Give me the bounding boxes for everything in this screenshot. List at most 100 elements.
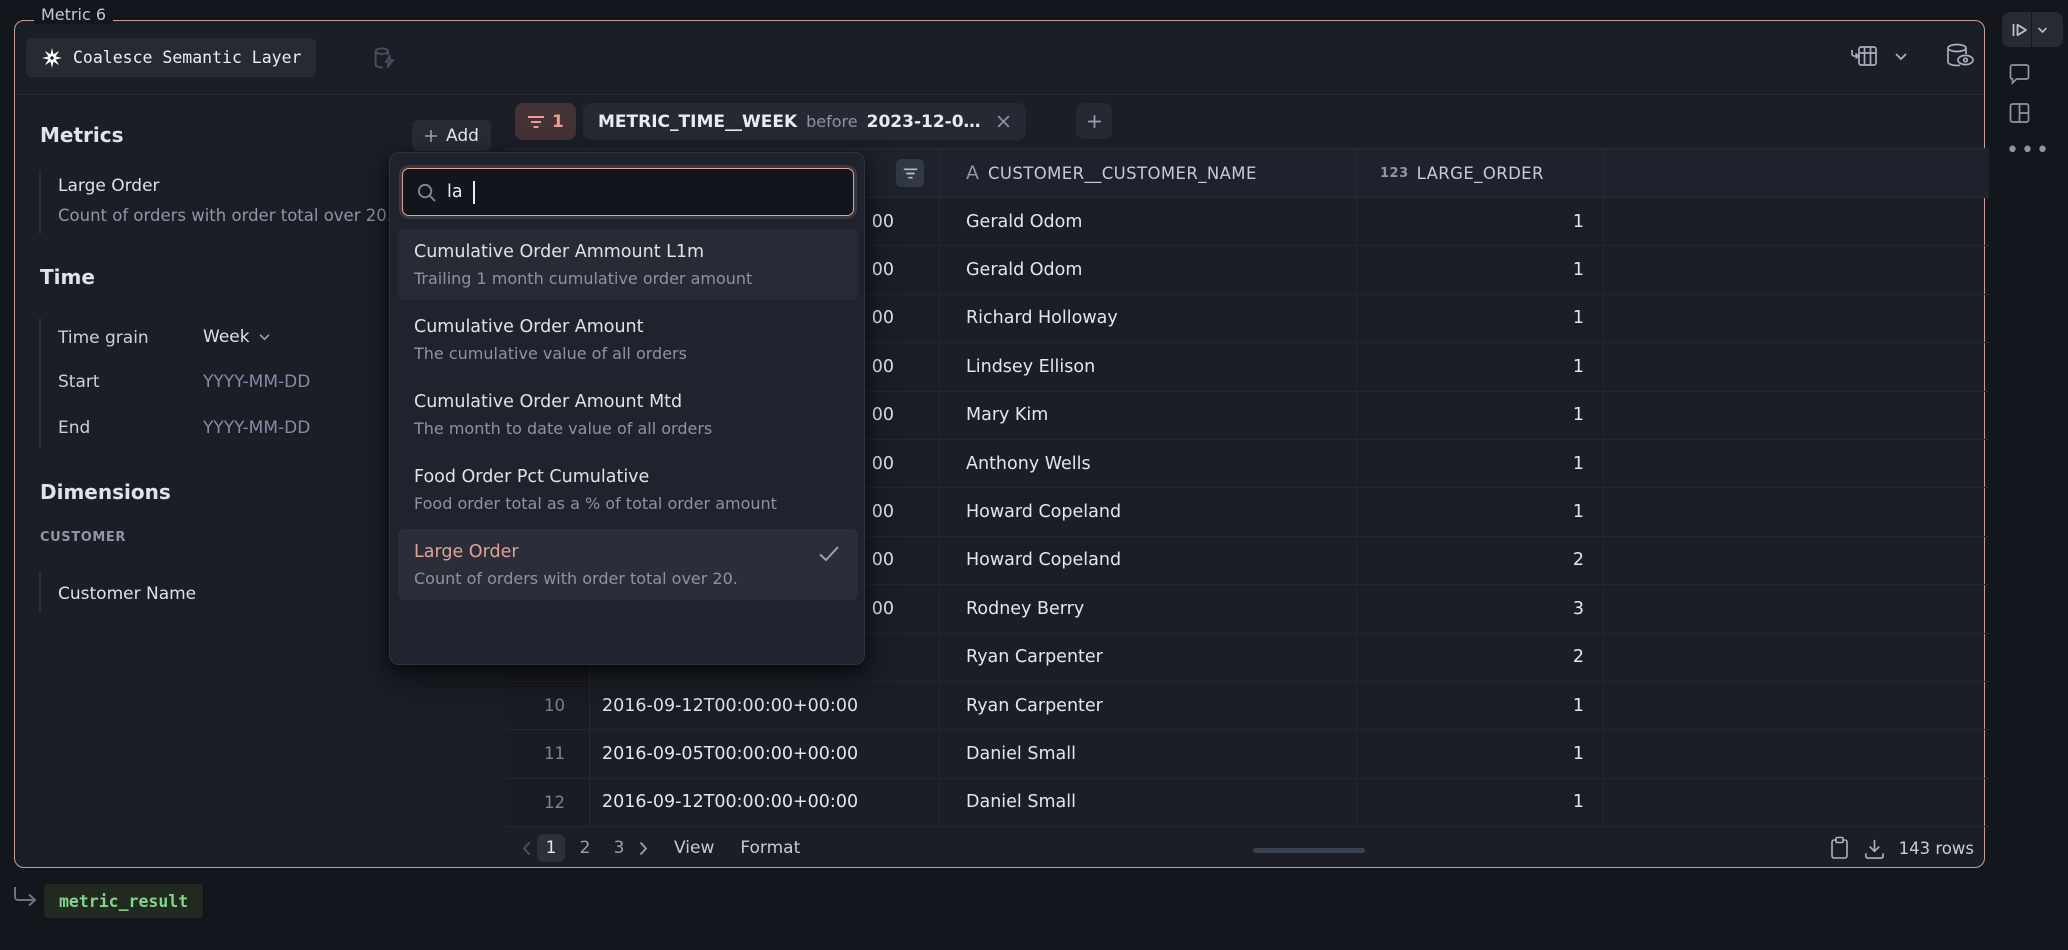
date-cell: 2016-09-12T00:00:00+00:00: [590, 779, 940, 826]
run-cell-button[interactable]: [2002, 12, 2063, 47]
metric-option-title: Food Order Pct Cumulative: [414, 467, 842, 487]
time-grain-select[interactable]: Week: [203, 327, 271, 347]
metric-option[interactable]: Large Order Count of orders with order t…: [398, 529, 858, 600]
download-icon[interactable]: [1863, 837, 1886, 860]
row-index: 10: [505, 682, 590, 729]
number-type-icon: 123: [1380, 166, 1409, 181]
remove-filter-icon[interactable]: [996, 114, 1011, 129]
chevron-down-icon[interactable]: [1894, 52, 1908, 61]
date-cell: 2016-09-05T00:00:00+00:00: [590, 730, 940, 777]
comment-icon[interactable]: [2007, 62, 2032, 86]
dimensions-heading: Dimensions: [40, 480, 171, 504]
metric-item-large-order[interactable]: Large Order: [58, 176, 160, 196]
metrics-indent-line: [39, 170, 41, 234]
large-order-column-header[interactable]: 123 LARGE_ORDER: [1357, 149, 1604, 197]
metric-option-description: The cumulative value of all orders: [414, 344, 842, 363]
large-order-cell: 1: [1357, 440, 1604, 487]
pagination: 1 2 3: [522, 834, 648, 862]
date-value-tail: 00: [872, 550, 894, 570]
customer-cell: Anthony Wells: [940, 440, 1357, 487]
column-filter-icon[interactable]: [896, 159, 924, 187]
rows-count: 143 rows: [1899, 839, 1974, 858]
add-filter-label: Add: [446, 126, 479, 146]
start-date-input[interactable]: YYYY-MM-DD: [203, 372, 310, 392]
large-order-cell: 1: [1357, 246, 1604, 293]
metrics-heading: Metrics: [40, 123, 124, 147]
layout-panes-icon[interactable]: [2007, 101, 2032, 125]
customer-column-header[interactable]: A CUSTOMER__CUSTOMER_NAME: [940, 149, 1357, 197]
metric-option-title: Cumulative Order Ammount L1m: [414, 242, 842, 262]
end-date-input[interactable]: YYYY-MM-DD: [203, 418, 310, 438]
filter-chip-metric-time[interactable]: METRIC_TIME__WEEK before 2023-12-0…: [583, 103, 1026, 140]
semantic-layer-source-pill[interactable]: Coalesce Semantic Layer: [26, 38, 316, 77]
dimension-item-customer-name[interactable]: Customer Name: [58, 584, 196, 604]
metric-option[interactable]: Food Order Pct Cumulative Food order tot…: [398, 454, 858, 525]
customer-cell: Howard Copeland: [940, 537, 1357, 584]
time-grain-label: Time grain: [58, 328, 149, 348]
customer-cell: Rodney Berry: [940, 585, 1357, 632]
preview-data-icon[interactable]: [1944, 42, 1976, 70]
table-row[interactable]: 11 2016-09-05T00:00:00+00:00 Daniel Smal…: [505, 730, 1989, 778]
date-cell: 2016-09-12T00:00:00+00:00: [590, 682, 940, 729]
add-filter-button[interactable]: Add: [412, 120, 491, 151]
metric-option[interactable]: Cumulative Order Amount The cumulative v…: [398, 304, 858, 375]
row-index: 11: [505, 730, 590, 777]
table-footer: 1 2 3 View Format 143 rows: [505, 828, 1989, 868]
date-value: 2016-09-05T00:00:00+00:00: [602, 744, 858, 764]
horizontal-scrollbar[interactable]: [1253, 848, 1365, 853]
result-variable-pill[interactable]: metric_result: [44, 884, 203, 918]
metric-option-title: Cumulative Order Amount Mtd: [414, 392, 842, 412]
dimension-indent-line: [39, 572, 41, 612]
metric-search-dropdown: la Cumulative Order Ammount L1m Trailing…: [389, 152, 865, 665]
header-divider: [16, 94, 1984, 95]
view-tab[interactable]: View: [674, 838, 714, 858]
text-caret: [473, 181, 475, 204]
push-to-table-icon[interactable]: [1850, 43, 1880, 69]
large-order-cell: 3: [1357, 585, 1604, 632]
table-row[interactable]: 10 2016-09-12T00:00:00+00:00 Ryan Carpen…: [505, 682, 1989, 730]
cell-title[interactable]: Metric 6: [34, 5, 113, 24]
copy-table-icon[interactable]: [1829, 836, 1850, 860]
large-order-cell: 2: [1357, 634, 1604, 681]
metric-option[interactable]: Cumulative Order Amount Mtd The month to…: [398, 379, 858, 450]
date-value-tail: 00: [872, 212, 894, 232]
filter-count-badge[interactable]: 1: [515, 103, 576, 140]
time-heading: Time: [40, 265, 95, 289]
prev-page-icon[interactable]: [522, 841, 531, 856]
date-value: 2016-09-12T00:00:00+00:00: [602, 792, 858, 812]
page-3-button[interactable]: 3: [605, 834, 633, 862]
cell-header-actions: [1850, 42, 1976, 70]
large-order-cell: 2: [1357, 537, 1604, 584]
metric-option-description: Count of orders with order total over 20…: [414, 569, 842, 588]
end-date-label: End: [58, 418, 90, 438]
return-arrow-icon: [12, 886, 39, 908]
new-filter-button[interactable]: [1076, 103, 1112, 139]
metric-option[interactable]: Cumulative Order Ammount L1m Trailing 1 …: [398, 229, 858, 300]
large-order-cell: 1: [1357, 730, 1604, 777]
large-order-cell: 1: [1357, 295, 1604, 342]
large-order-cell: 1: [1357, 682, 1604, 729]
table-row[interactable]: 12 2016-09-12T00:00:00+00:00 Daniel Smal…: [505, 779, 1989, 827]
page-2-button[interactable]: 2: [571, 834, 599, 862]
date-value-tail: 00: [872, 454, 894, 474]
search-query-text: la: [447, 182, 463, 202]
customer-cell: Daniel Small: [940, 730, 1357, 777]
metric-search-input[interactable]: la: [402, 168, 854, 216]
run-options-chevron-icon[interactable]: [2037, 26, 2048, 34]
large-order-cell: 1: [1357, 392, 1604, 439]
date-value-tail: 00: [872, 308, 894, 328]
date-value-tail: 00: [872, 357, 894, 377]
page-1-button[interactable]: 1: [537, 834, 565, 862]
metric-item-description: Count of orders with order total over 20…: [58, 206, 389, 225]
date-value-tail: 00: [872, 260, 894, 280]
edit-source-icon[interactable]: [370, 45, 397, 72]
notebook-canvas: Metric 6 Coalesce Semantic Layer: [0, 0, 2068, 950]
time-indent-line: [39, 318, 41, 448]
filter-count: 1: [552, 112, 564, 132]
more-options-icon[interactable]: •••: [2006, 138, 2051, 163]
metric-option-title: Large Order: [414, 542, 842, 562]
format-tab[interactable]: Format: [740, 838, 800, 858]
next-page-icon[interactable]: [639, 841, 648, 856]
metric-option-description: Food order total as a % of total order a…: [414, 494, 842, 513]
metric-option-description: The month to date value of all orders: [414, 419, 842, 438]
